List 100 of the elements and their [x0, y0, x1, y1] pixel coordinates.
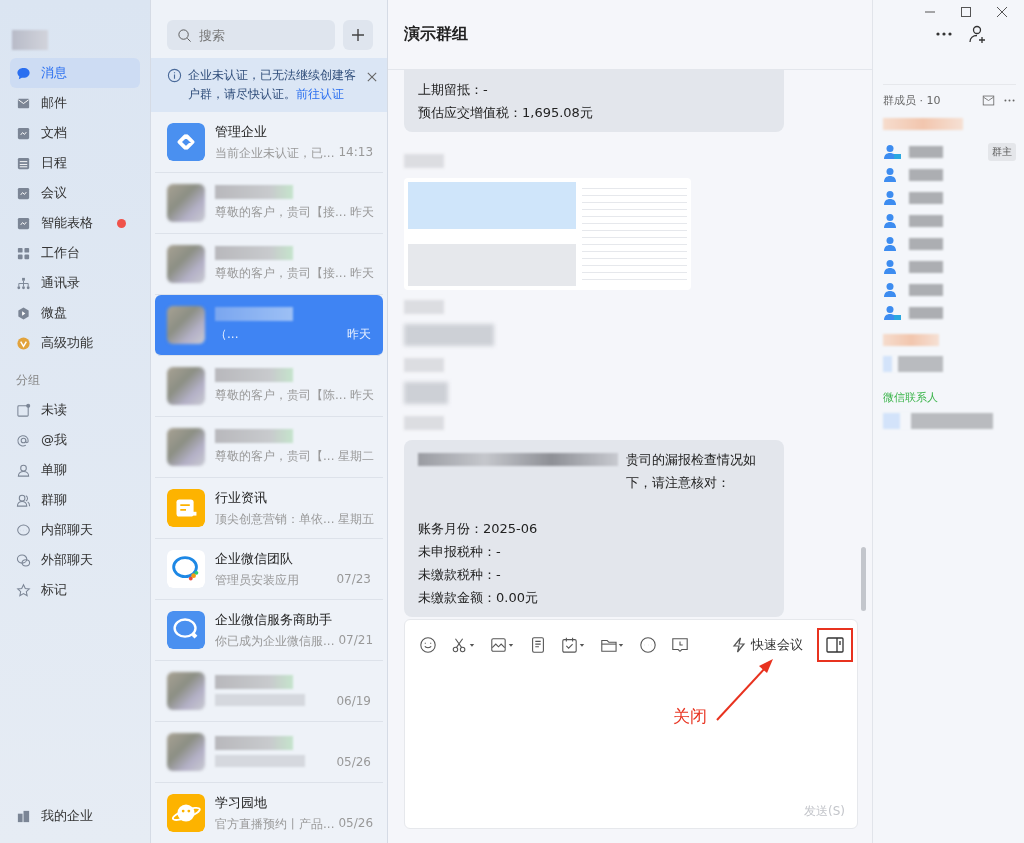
- nav-item[interactable]: 会议: [10, 178, 140, 208]
- calendar-icon: [16, 155, 31, 171]
- grid-icon: [16, 245, 31, 261]
- more-icon[interactable]: [639, 636, 657, 654]
- chat-bubble-icon: [167, 611, 205, 649]
- at-icon: [16, 432, 31, 448]
- nav-item[interactable]: 文档: [10, 118, 140, 148]
- quick-meeting-button[interactable]: 快速会议: [731, 636, 803, 654]
- group-item[interactable]: 未读: [10, 395, 140, 425]
- scrollbar[interactable]: [861, 547, 866, 611]
- chat-item[interactable]: 企业微信团队 管理员安装应用 07/23: [155, 539, 383, 600]
- blurred-avatar: [167, 306, 205, 344]
- chat-name: 管理企业: [215, 122, 268, 141]
- app-icon: [16, 215, 31, 231]
- side-panel-icon[interactable]: [825, 635, 845, 655]
- blurred-message: [404, 382, 448, 404]
- blurred-logo: [12, 30, 48, 50]
- person-computer-icon: [883, 304, 901, 321]
- message-text: 预估应交增值税：1,695.08元: [418, 104, 594, 122]
- chat-item[interactable]: 行业资讯 顶尖创意营销：单依... 星期五: [155, 478, 383, 539]
- chat-icon: [16, 65, 31, 81]
- group-item[interactable]: 内部聊天: [10, 515, 140, 545]
- person-icon: [16, 462, 31, 478]
- verify-link[interactable]: 前往认证: [296, 87, 344, 101]
- timestamp: 05/26: [338, 815, 374, 832]
- message-preview: 尊敬的客户，贵司【陈...: [215, 387, 347, 404]
- notice-text: 企业未认证，已无法继续创建客户群，请尽快认证。前往认证: [188, 67, 357, 103]
- group-item[interactable]: 外部聊天: [10, 545, 140, 575]
- close-icon[interactable]: [996, 6, 1008, 18]
- image-icon[interactable]: [490, 636, 515, 654]
- group-item[interactable]: 群聊: [10, 485, 140, 515]
- timestamp: 星期二: [338, 448, 375, 465]
- search-field[interactable]: 搜索: [167, 20, 335, 50]
- add-member-icon[interactable]: [968, 24, 988, 44]
- message-text: 未缴款税种：-: [418, 566, 502, 584]
- group-item[interactable]: 单聊: [10, 455, 140, 485]
- mail-icon[interactable]: [982, 94, 995, 107]
- message-preview: 官方直播预约丨产品...: [215, 815, 335, 833]
- timestamp: 14:13: [338, 144, 374, 161]
- message-preview: 尊敬的客户，贵司【...: [215, 448, 335, 465]
- message-text: 上期留抵：-: [418, 81, 489, 99]
- nav-item[interactable]: 智能表格: [10, 208, 140, 238]
- group-item[interactable]: 标记: [10, 575, 140, 605]
- info-icon: [167, 68, 182, 83]
- chat-name: 行业资讯: [215, 488, 268, 507]
- timestamp: 昨天: [350, 204, 375, 221]
- member-item[interactable]: 群主: [883, 140, 1016, 163]
- message-preview: 你已成为企业微信服...: [215, 632, 335, 650]
- blurred-avatar: [167, 672, 205, 710]
- chat-item[interactable]: 学习园地 官方直播预约丨产品... 05/26: [155, 783, 383, 843]
- blurred-avatar: [167, 184, 205, 222]
- chat-name: 企业微信团队: [215, 549, 294, 568]
- annotation-text: 关闭: [673, 705, 707, 728]
- blurred-name: [909, 306, 943, 319]
- timestamp: 06/19: [336, 693, 371, 708]
- nav-item[interactable]: 微盘: [10, 298, 140, 328]
- chat-history-icon[interactable]: [671, 636, 689, 654]
- nav-item[interactable]: 邮件: [10, 88, 140, 118]
- message-preview: 当前企业未认证，已...: [215, 144, 335, 162]
- building-icon: [16, 808, 31, 824]
- emoji-icon[interactable]: [419, 636, 437, 654]
- blurred-name: [909, 260, 943, 273]
- blurred-name: [909, 168, 943, 181]
- document-icon: [167, 489, 205, 527]
- app-icon: [16, 185, 31, 201]
- message-text: 未申报税种：-: [418, 543, 502, 561]
- group-item[interactable]: @我: [10, 425, 140, 455]
- nav-item[interactable]: 高级功能: [10, 328, 140, 358]
- chat-bubble-icon: [16, 522, 31, 538]
- my-company-link[interactable]: 我的企业: [10, 801, 140, 831]
- unread-icon: [16, 402, 31, 418]
- timestamp: 05/26: [336, 754, 371, 769]
- members-title: 群成员 · 10: [883, 93, 942, 108]
- blurred-name: [404, 300, 444, 314]
- close-icon[interactable]: [367, 72, 377, 82]
- plus-icon: [350, 27, 366, 43]
- chat-item[interactable]: 企业微信服务商助手 你已成为企业微信服... 07/21: [155, 600, 383, 661]
- add-button[interactable]: [343, 20, 373, 50]
- timestamp: 昨天: [350, 265, 375, 282]
- nav-item[interactable]: 工作台: [10, 238, 140, 268]
- scissors-icon[interactable]: [451, 636, 476, 654]
- blurred-avatar: [167, 367, 205, 405]
- star-icon: [16, 582, 31, 598]
- blurred-member: [883, 356, 943, 372]
- blurred-name: [909, 145, 943, 158]
- blurred-text: [883, 334, 939, 346]
- owner-badge: 群主: [988, 142, 1016, 161]
- calendar-check-icon[interactable]: [561, 636, 586, 654]
- nav-item[interactable]: 日程: [10, 148, 140, 178]
- nav-item[interactable]: 通讯录: [10, 268, 140, 298]
- blurred-name: [909, 191, 943, 204]
- blurred-name: [404, 416, 444, 430]
- chat-title: 演示群组: [404, 24, 468, 45]
- document-icon[interactable]: [529, 636, 547, 654]
- message-preview: 尊敬的客户，贵司【接...: [215, 204, 347, 221]
- lightning-icon: [731, 637, 747, 653]
- chat-item[interactable]: 管理企业 当前企业未认证，已... 14:13: [155, 112, 383, 173]
- maximize-icon[interactable]: [960, 6, 972, 18]
- timestamp: 星期五: [338, 510, 375, 528]
- person-icon: [16, 492, 31, 508]
